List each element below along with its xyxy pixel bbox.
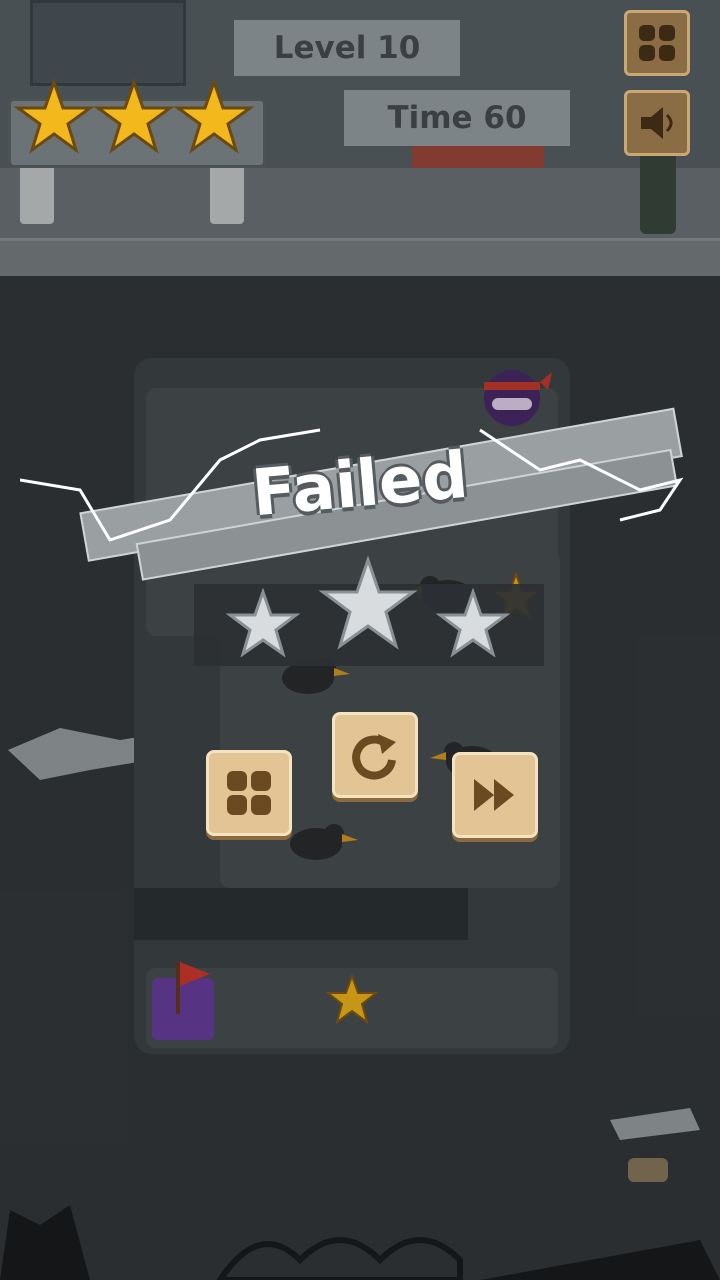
- sound-button[interactable]: [624, 90, 690, 156]
- top-star-2: [94, 78, 174, 154]
- result-star-3: [436, 588, 510, 658]
- skip-level-button[interactable]: [452, 752, 538, 838]
- restart-icon: [352, 734, 396, 780]
- top-star-3: [174, 78, 254, 154]
- retry-button[interactable]: [332, 712, 418, 798]
- menu-button[interactable]: [624, 10, 690, 76]
- fast-forward-icon: [474, 779, 514, 811]
- level-label: Level 10: [234, 20, 460, 76]
- grid-icon: [227, 771, 271, 815]
- result-star-1: [226, 588, 300, 658]
- speaker-icon: [641, 107, 673, 139]
- level-select-button[interactable]: [206, 750, 292, 836]
- grid-icon: [639, 25, 675, 61]
- result-star-2: [318, 556, 418, 650]
- time-label: Time 60: [344, 90, 570, 146]
- top-star-1: [14, 78, 94, 154]
